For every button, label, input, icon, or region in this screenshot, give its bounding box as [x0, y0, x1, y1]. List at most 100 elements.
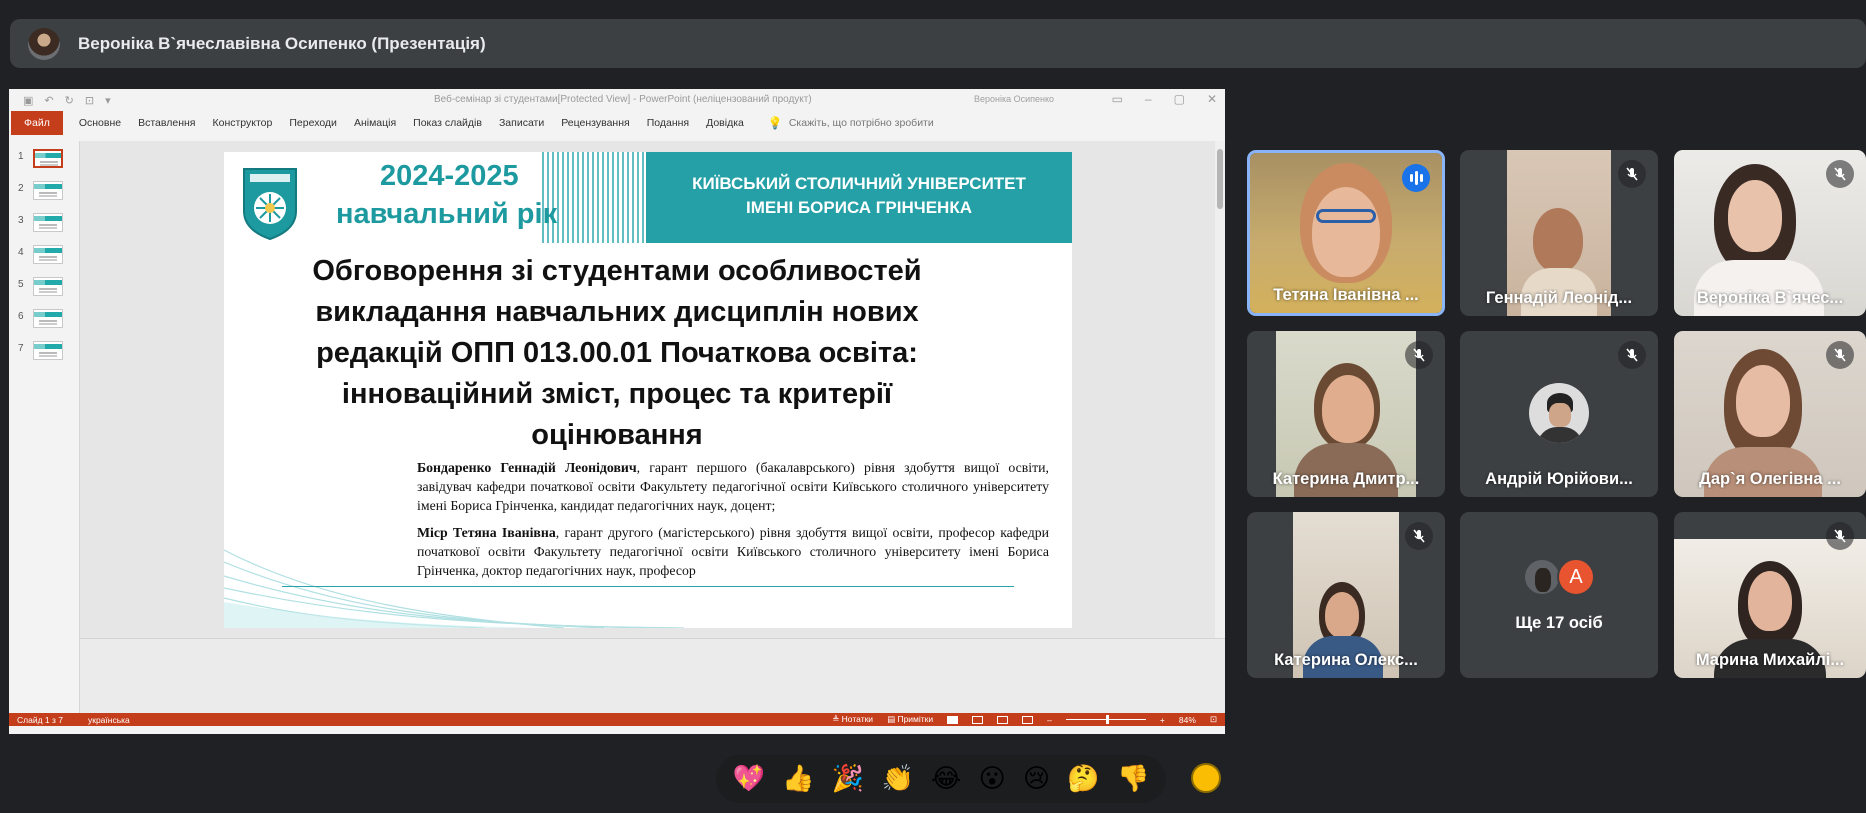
thumbnail-slide-2[interactable]: 2	[13, 181, 75, 207]
reaction-sad[interactable]: 😢	[1023, 766, 1050, 792]
mic-off-icon	[1826, 160, 1854, 188]
slide-sorter-icon[interactable]	[972, 715, 984, 724]
participant-tile[interactable]: Дар`я Олегівна ...	[1674, 331, 1866, 497]
scrollbar-thumb[interactable]	[1217, 149, 1223, 209]
zoom-knob[interactable]	[1105, 715, 1109, 724]
more-participants-avatars: A	[1523, 558, 1603, 598]
university-banner: КИЇВСЬКИЙ СТОЛИЧНИЙ УНІВЕРСИТЕТ ІМЕНІ БО…	[646, 152, 1072, 243]
maximize-icon[interactable]: ▢	[1174, 92, 1185, 106]
tab-animations[interactable]: Анімація	[354, 117, 396, 129]
reaction-laugh[interactable]: 😂	[931, 766, 961, 792]
participant-tile[interactable]: Катерина Олекс...	[1247, 512, 1445, 678]
account-name[interactable]: Вероніка Осипенко	[974, 94, 1054, 104]
thumbnail-slide-4[interactable]: 4	[13, 245, 75, 271]
thumbnail-image	[33, 341, 63, 360]
participant-name: Дар`я Олегівна ...	[1699, 470, 1841, 488]
thumbnail-slide-3[interactable]: 3	[13, 213, 75, 239]
fit-slide-icon[interactable]: ⊡	[1210, 714, 1217, 725]
tab-slideshow[interactable]: Показ слайдів	[413, 117, 482, 129]
minimize-icon[interactable]: –	[1145, 92, 1152, 106]
tab-transitions[interactable]: Переходи	[289, 117, 337, 129]
participant-tile[interactable]: Вероніка В`ячес...	[1674, 150, 1866, 316]
thumbnail-number: 7	[18, 343, 24, 354]
participant-tile[interactable]: Геннадій Леонід...	[1460, 150, 1658, 316]
avatar-face	[1549, 403, 1571, 427]
university-crest-icon	[243, 168, 297, 241]
slide-canvas[interactable]: 2024-2025 навчальний рік КИЇВСЬКИЙ СТОЛИ…	[224, 152, 1072, 628]
thumbnail-slide-6[interactable]: 6	[13, 309, 75, 335]
language-indicator[interactable]: українська	[88, 715, 130, 725]
tab-record[interactable]: Записати	[499, 117, 544, 129]
mic-off-icon	[1826, 522, 1854, 550]
participant-tile[interactable]: Катерина Дмитр...	[1247, 331, 1445, 497]
reaction-thumbs-up[interactable]: 👍	[782, 766, 814, 792]
university-line-2: ІМЕНІ БОРИСА ГРІНЧЕНКА	[746, 198, 972, 217]
participant-tile[interactable]: Тетяна Іванівна ...	[1247, 150, 1445, 316]
slide-scrollbar[interactable]	[1215, 141, 1225, 638]
thumbnail-slide-5[interactable]: 5	[13, 277, 75, 303]
customize-qat-icon[interactable]: ▾	[105, 94, 111, 107]
slideshow-view-icon[interactable]	[1022, 715, 1034, 724]
reaction-clap[interactable]: 👏	[881, 766, 913, 792]
participant-tile[interactable]: Андрій Юрійови...	[1460, 331, 1658, 497]
participant-face	[1312, 187, 1380, 277]
notes-button[interactable]: ≜ Нотатки	[832, 714, 873, 725]
participant-name: Марина Михайлі...	[1695, 651, 1845, 669]
zoom-level[interactable]: 84%	[1179, 715, 1196, 725]
close-icon[interactable]: ✕	[1207, 92, 1217, 106]
tab-file[interactable]: Файл	[11, 111, 63, 135]
emoji-toggle-icon[interactable]	[1191, 763, 1221, 793]
notes-pane[interactable]	[80, 638, 1225, 713]
university-line-1: КИЇВСЬКИЙ СТОЛИЧНИЙ УНІВЕРСИТЕТ	[692, 174, 1026, 193]
thumbnail-slide-7[interactable]: 7	[13, 341, 75, 367]
tab-help[interactable]: Довідка	[706, 117, 744, 129]
tell-me-box[interactable]: 💡 Скажіть, що потрібно зробити	[768, 116, 934, 130]
thumbnail-number: 5	[18, 279, 24, 290]
slide-editor: 2024-2025 навчальний рік КИЇВСЬКИЙ СТОЛИ…	[80, 141, 1225, 713]
stripe-decoration	[542, 152, 646, 243]
lightbulb-icon: 💡	[767, 116, 783, 130]
present-icon[interactable]: ⊡	[85, 94, 94, 107]
participant-face	[1325, 592, 1359, 638]
tab-design[interactable]: Конструктор	[212, 117, 272, 129]
comments-label: Примітки	[897, 714, 934, 724]
zoom-out-icon[interactable]: –	[1047, 715, 1052, 725]
audio-level-icon	[1402, 164, 1430, 192]
zoom-in-icon[interactable]: +	[1160, 715, 1165, 725]
tab-home[interactable]: Основне	[79, 117, 121, 129]
reaction-thinking[interactable]: 🤔	[1067, 766, 1099, 792]
presenter-bar: Вероніка В`ячеславівна Осипенко (Презент…	[10, 19, 1866, 68]
thumbnail-image	[33, 277, 63, 296]
tab-review[interactable]: Рецензування	[561, 117, 629, 129]
redo-icon[interactable]: ↻	[65, 94, 74, 107]
reaction-surprised[interactable]: 😮	[979, 766, 1006, 792]
comments-button[interactable]: ▤ Примітки	[887, 714, 933, 725]
reading-view-icon[interactable]	[997, 715, 1009, 724]
ribbon-options-icon[interactable]: ▭	[1112, 92, 1123, 106]
reaction-thumbs-down[interactable]: 👎	[1117, 766, 1149, 792]
slide-header-left: 2024-2025 навчальний рік	[224, 152, 646, 243]
undo-icon[interactable]: ↶	[44, 94, 53, 107]
save-icon[interactable]: ▣	[23, 94, 33, 107]
ppt-titlebar: ▣ ↶ ↻ ⊡ ▾ Веб-семінар зі студентами[Prot…	[9, 89, 1225, 111]
reaction-party[interactable]: 🎉	[832, 766, 864, 792]
avatar-body	[1537, 427, 1583, 443]
participant-name: Андрій Юрійови...	[1485, 470, 1633, 488]
academic-year-label: навчальний рік	[336, 198, 558, 230]
participant-name: Вероніка В`ячес...	[1696, 289, 1844, 307]
normal-view-icon[interactable]	[947, 715, 959, 724]
reactions-bar: 💖 👍 🎉 👏 😂 😮 😢 🤔 👎	[716, 755, 1166, 803]
participant-name: Катерина Олекс...	[1274, 651, 1418, 669]
participant-face	[1728, 180, 1782, 252]
participant-tile[interactable]: Марина Михайлі...	[1674, 512, 1866, 678]
more-participants-tile[interactable]: A Ще 17 осіб	[1460, 512, 1658, 678]
tab-insert[interactable]: Вставлення	[138, 117, 195, 129]
ppt-statusbar: Слайд 1 з 7 українська ≜ Нотатки ▤ Примі…	[9, 713, 1225, 726]
presenter-label: Вероніка В`ячеславівна Осипенко (Презент…	[78, 33, 486, 53]
statusbar-right: ≜ Нотатки ▤ Примітки – + 84% ⊡	[832, 713, 1217, 726]
zoom-slider[interactable]	[1065, 715, 1146, 724]
reaction-heart[interactable]: 💖	[733, 766, 765, 792]
tab-view[interactable]: Подання	[647, 117, 689, 129]
participant-avatar	[1529, 383, 1589, 443]
thumbnail-slide-1[interactable]: 1	[13, 149, 75, 175]
